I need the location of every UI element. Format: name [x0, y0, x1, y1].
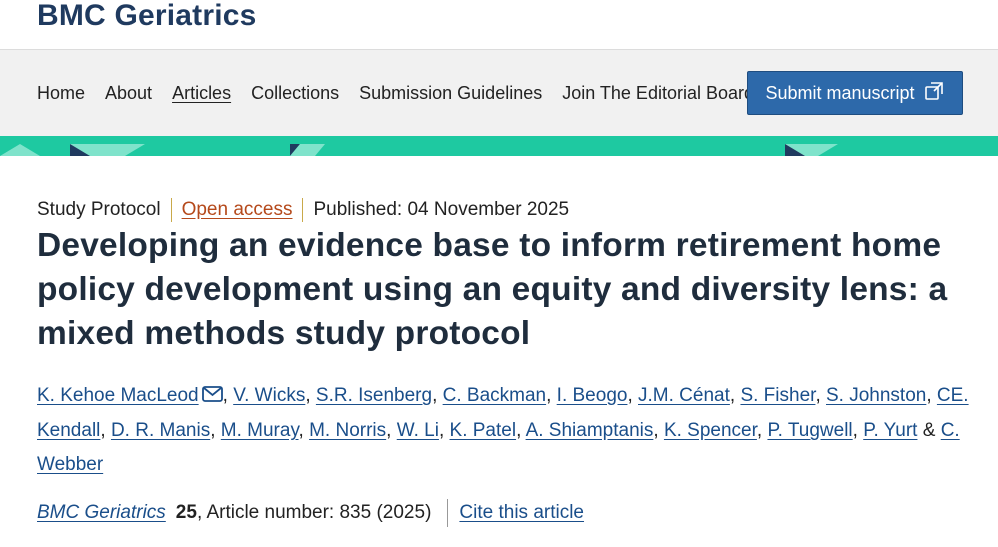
citation-journal-link[interactable]: BMC Geriatrics	[37, 502, 166, 524]
nav-collections[interactable]: Collections	[251, 81, 339, 105]
author-link[interactable]: C. Backman	[443, 385, 546, 406]
author-link[interactable]: K. Kehoe MacLeod	[37, 385, 199, 406]
author-link[interactable]: K. Spencer	[664, 420, 757, 441]
author-link[interactable]: V. Wicks	[233, 385, 305, 406]
author-link[interactable]: S.R. Isenberg	[316, 385, 432, 406]
nav-links: Home About Articles Collections Submissi…	[37, 81, 774, 105]
nav-about[interactable]: About	[105, 81, 152, 105]
decorative-band	[0, 136, 998, 156]
article-title: Developing an evidence base to inform re…	[37, 227, 948, 352]
mail-icon[interactable]	[201, 380, 223, 414]
nav-submission-guidelines[interactable]: Submission Guidelines	[359, 81, 542, 105]
nav-join-editorial-board[interactable]: Join The Editorial Board	[562, 81, 754, 105]
author-list: K. Kehoe MacLeod, V. Wicks, S.R. Isenber…	[37, 379, 982, 482]
author-link[interactable]: A. Shiamptanis	[526, 420, 654, 441]
author-link[interactable]: P. Tugwell	[767, 420, 852, 441]
author-link[interactable]: D. R. Manis	[111, 420, 210, 441]
meta-divider	[302, 198, 304, 222]
author-link[interactable]: S. Johnston	[826, 385, 926, 406]
meta-divider	[170, 198, 172, 222]
nav-articles[interactable]: Articles	[172, 81, 231, 105]
journal-title[interactable]: BMC Geriatrics	[37, 0, 257, 36]
author-link[interactable]: M. Muray	[221, 420, 299, 441]
open-access-link[interactable]: Open access	[182, 199, 293, 221]
submit-manuscript-label: Submit manuscript	[765, 82, 915, 103]
author-link[interactable]: M. Norris	[309, 420, 386, 441]
submit-manuscript-button[interactable]: Submit manuscript	[747, 71, 963, 115]
citation-volume: 25	[175, 502, 197, 523]
author-link[interactable]: I. Beogo	[557, 385, 628, 406]
author-link[interactable]: P. Yurt	[863, 420, 917, 441]
author-link[interactable]: W. Li	[397, 420, 439, 441]
article-meta: Study Protocol Open access Published: 04…	[37, 197, 569, 223]
author-link[interactable]: K. Patel	[450, 420, 517, 441]
citation-row: BMC Geriatrics 25 , Article number: 835 …	[37, 499, 584, 527]
article-type: Study Protocol	[37, 199, 161, 220]
nav-home[interactable]: Home	[37, 81, 85, 105]
published-date: Published: 04 November 2025	[313, 199, 570, 220]
citation-article-number: , Article number: 835 (2025)	[196, 502, 432, 523]
main-navigation: Home About Articles Collections Submissi…	[0, 49, 998, 137]
external-window-icon	[923, 80, 945, 107]
author-link[interactable]: S. Fisher	[740, 385, 815, 406]
citation-divider	[447, 499, 449, 527]
author-link[interactable]: J.M. Cénat	[638, 385, 730, 406]
cite-this-article-link[interactable]: Cite this article	[459, 502, 584, 524]
